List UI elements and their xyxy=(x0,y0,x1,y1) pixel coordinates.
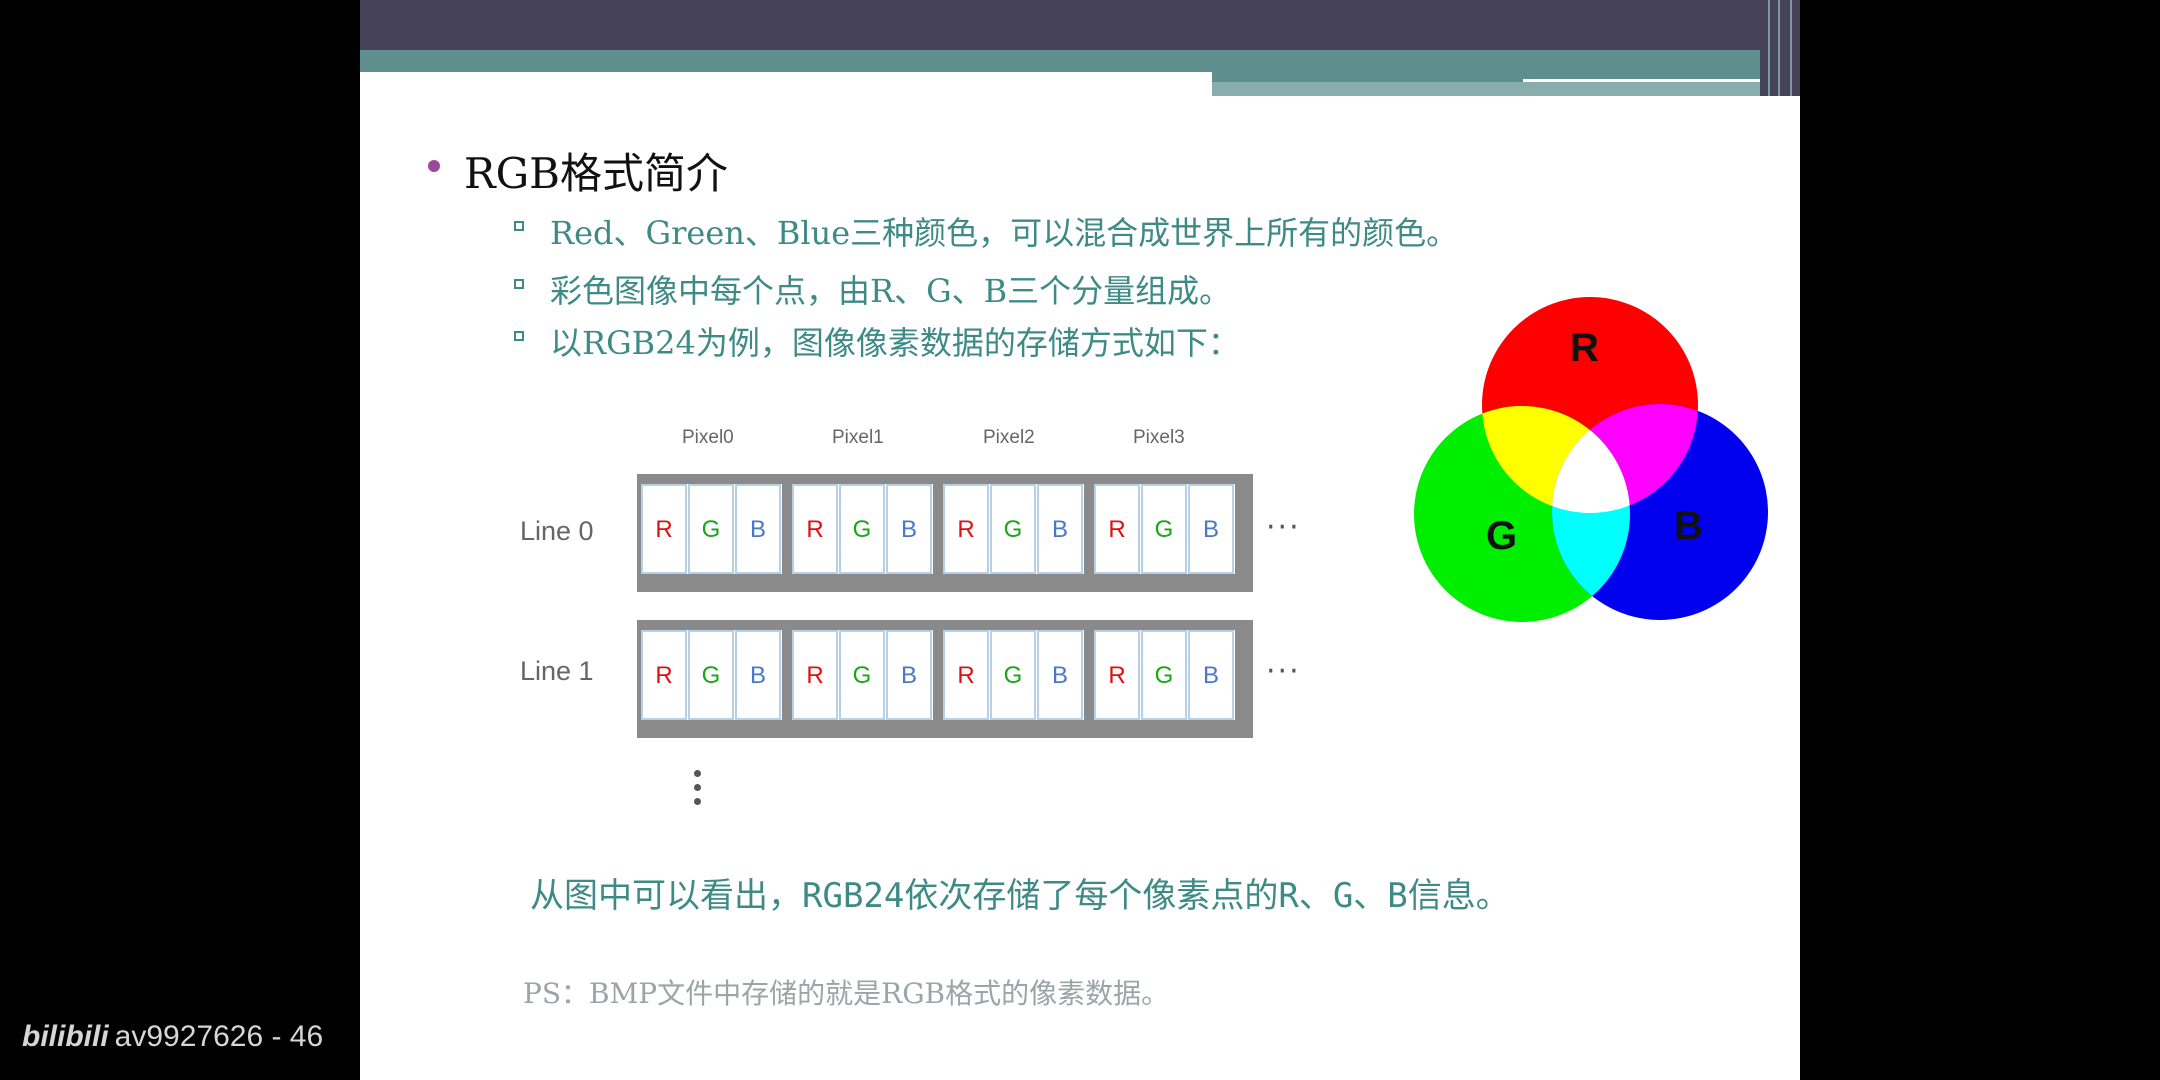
channel-b: B xyxy=(1037,630,1083,720)
sub-bullet: 彩色图像中每个点，由R、G、B三个分量组成。 xyxy=(514,266,1232,312)
channel-g: G xyxy=(839,484,885,574)
pixel-label: Pixel1 xyxy=(832,427,884,448)
pixel-label: Pixel2 xyxy=(983,427,1035,448)
slide: RGB格式简介 Red、Green、Blue三种颜色，可以混合成世界上所有的颜色… xyxy=(360,0,1800,1080)
title-text: RGB格式简介 xyxy=(464,149,729,198)
pixel-block: R G B xyxy=(792,484,933,574)
header-corner xyxy=(1760,0,1800,96)
pixel-block: R G B xyxy=(943,484,1084,574)
channel-r: R xyxy=(943,484,989,574)
line-label: Line 0 xyxy=(520,516,594,546)
channel-r: R xyxy=(792,484,838,574)
pixel-block: R G B xyxy=(1094,484,1235,574)
channel-r: R xyxy=(792,630,838,720)
pixel-block: R G B xyxy=(792,630,933,720)
channel-g: G xyxy=(990,484,1036,574)
bullet-text: Red、Green、Blue三种颜色，可以混合成世界上所有的颜色。 xyxy=(550,214,1459,252)
ps-note: PS：BMP文件中存储的就是RGB格式的像素数据。 xyxy=(523,977,1170,1010)
channel-b: B xyxy=(1037,484,1083,574)
venn-label-r: R xyxy=(1570,326,1599,370)
channel-b: B xyxy=(735,484,781,574)
channel-b: B xyxy=(886,484,932,574)
pixel-block: R G B xyxy=(1094,630,1235,720)
watermark: bilibili av9927626 - 46 xyxy=(22,1020,323,1054)
channel-b: B xyxy=(1188,630,1234,720)
bullet-dot-icon xyxy=(428,160,440,172)
slide-title: RGB格式简介 xyxy=(428,140,729,201)
pixel-block: R G B xyxy=(641,630,782,720)
channel-r: R xyxy=(641,484,687,574)
header-step-light xyxy=(1212,82,1800,96)
channel-g: G xyxy=(990,630,1036,720)
pixel-label: Pixel0 xyxy=(682,427,734,448)
pixel-row-line-0: R G B R G B R G B R G B xyxy=(637,474,1253,592)
channel-g: G xyxy=(688,484,734,574)
channel-b: B xyxy=(735,630,781,720)
channel-g: G xyxy=(1141,484,1187,574)
channel-g: G xyxy=(688,630,734,720)
channel-b: B xyxy=(886,630,932,720)
channel-g: G xyxy=(839,630,885,720)
line-label: Line 1 xyxy=(520,656,594,686)
venn-label-b: B xyxy=(1674,504,1703,548)
header-line xyxy=(1523,79,1773,82)
bullet-square-icon xyxy=(514,331,524,341)
channel-b: B xyxy=(1188,484,1234,574)
bilibili-logo: bilibili xyxy=(22,1020,109,1053)
sub-bullet: 以RGB24为例，图像像素数据的存储方式如下： xyxy=(514,318,1240,364)
vertical-ellipsis-icon xyxy=(694,770,701,812)
pixel-block: R G B xyxy=(641,484,782,574)
rgb-venn-diagram: R G B xyxy=(1410,290,1770,630)
pixel-block: R G B xyxy=(943,630,1084,720)
bullet-text: 彩色图像中每个点，由R、G、B三个分量组成。 xyxy=(550,272,1232,310)
channel-g: G xyxy=(1141,630,1187,720)
bullet-square-icon xyxy=(514,221,524,231)
summary-text: 从图中可以看出，RGB24依次存储了每个像素点的R、G、B信息。 xyxy=(530,876,1510,916)
pixel-row-line-1: R G B R G B R G B R G B xyxy=(637,620,1253,738)
channel-r: R xyxy=(1094,484,1140,574)
sub-bullet: Red、Green、Blue三种颜色，可以混合成世界上所有的颜色。 xyxy=(514,208,1459,254)
pixel-label: Pixel3 xyxy=(1133,427,1185,448)
channel-r: R xyxy=(641,630,687,720)
ellipsis: ··· xyxy=(1266,510,1301,545)
header-bar xyxy=(360,0,1800,50)
bullet-text: 以RGB24为例，图像像素数据的存储方式如下： xyxy=(550,324,1240,362)
venn-label-g: G xyxy=(1486,514,1518,558)
ellipsis: ··· xyxy=(1266,654,1301,689)
video-id: av9927626 - 46 xyxy=(114,1020,324,1053)
channel-r: R xyxy=(943,630,989,720)
channel-r: R xyxy=(1094,630,1140,720)
bullet-square-icon xyxy=(514,279,524,289)
